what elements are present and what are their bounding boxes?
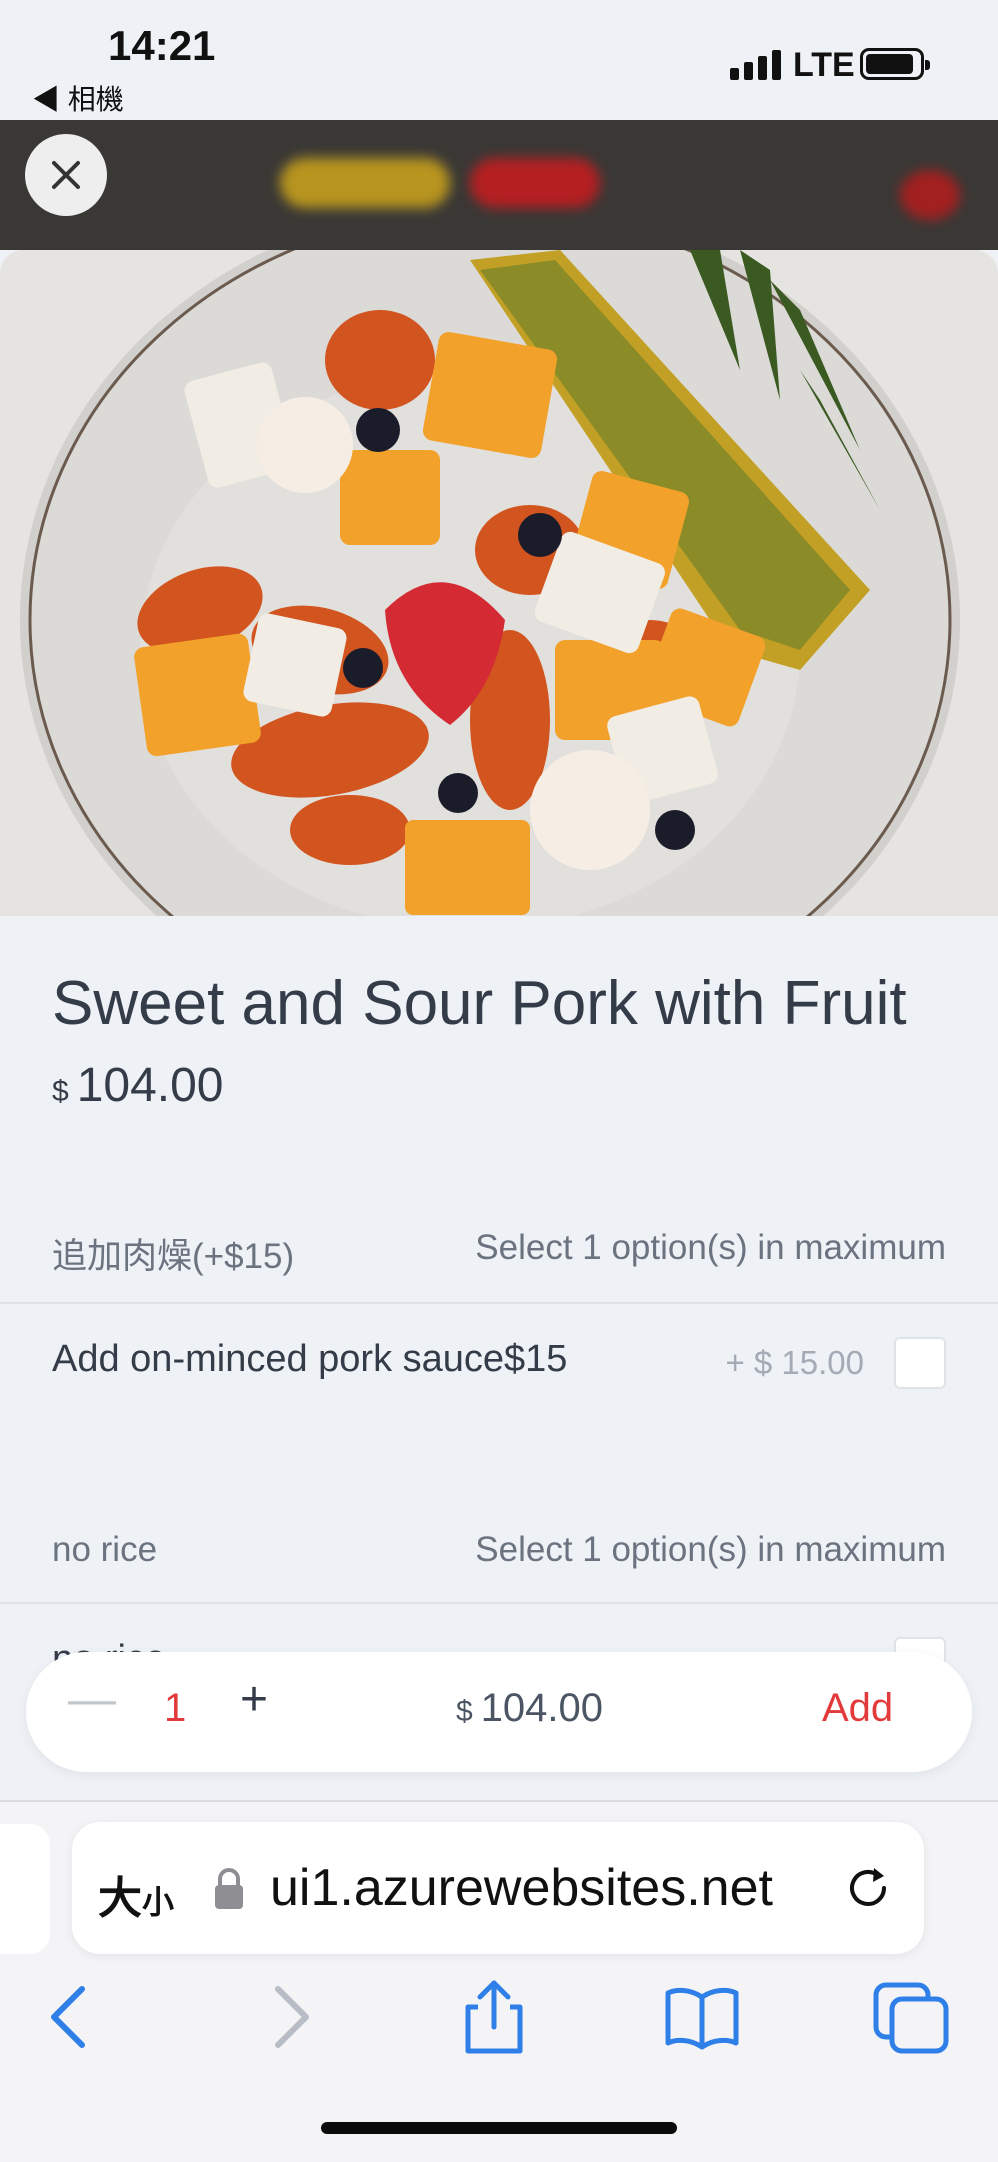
forward-arrow-icon[interactable]: [248, 1977, 328, 2057]
status-time: 14:21: [108, 22, 216, 69]
bookmarks-icon[interactable]: [662, 1977, 742, 2057]
option-label: Add on-minced pork sauce$15: [52, 1338, 568, 1380]
quantity-value: 1: [164, 1686, 187, 1730]
status-bar: 14:21 ◀ 相機 LTE: [0, 0, 998, 120]
cart-total: $104.00: [456, 1686, 603, 1731]
network-type: LTE: [793, 46, 855, 84]
item-name: Sweet and Sour Pork with Fruit: [52, 969, 907, 1038]
dish-photo: [0, 250, 998, 916]
tabs-icon[interactable]: [872, 1977, 952, 2057]
address-bar[interactable]: 大小 ui1.azurewebsites.net: [72, 1822, 924, 1954]
back-arrow-icon[interactable]: [32, 1977, 112, 2057]
add-to-cart-bar: — 1 + $104.00 Add: [26, 1652, 972, 1772]
battery-icon: [860, 48, 930, 80]
close-button[interactable]: [25, 134, 107, 216]
close-icon: [52, 161, 80, 189]
browser-toolbar: 大小 ui1.azurewebsites.net: [0, 1800, 998, 2162]
back-to-app-link[interactable]: ◀ 相機: [32, 78, 124, 118]
url-text[interactable]: ui1.azurewebsites.net: [270, 1858, 773, 1918]
share-icon[interactable]: [454, 1977, 534, 2057]
currency-symbol: $: [456, 1695, 473, 1728]
item-detail-sheet: Sweet and Sour Pork with Fruit $104.00 追…: [0, 250, 998, 1800]
background-page-blur: [0, 120, 998, 250]
item-price-value: 104.00: [76, 1059, 224, 1112]
previous-tab-card[interactable]: [0, 1824, 50, 1954]
decrease-quantity-button[interactable]: —: [68, 1672, 116, 1727]
option-group-rule: Select 1 option(s) in maximum: [475, 1530, 946, 1569]
option-price: + $ 15.00: [725, 1344, 864, 1381]
option-group-rule: Select 1 option(s) in maximum: [475, 1228, 946, 1267]
divider: [0, 1602, 998, 1604]
option-group-name: no rice: [52, 1530, 158, 1569]
currency-symbol: $: [52, 1075, 69, 1108]
divider: [0, 1302, 998, 1304]
option-group-name: 追加肉燥(+$15): [52, 1237, 295, 1276]
lock-icon: [215, 1868, 243, 1909]
text-size-button[interactable]: 大小: [98, 1862, 174, 1926]
cart-total-value: 104.00: [480, 1686, 604, 1730]
item-price: $104.00: [52, 1058, 224, 1113]
add-button[interactable]: Add: [822, 1686, 893, 1731]
signal-icon: [730, 50, 781, 80]
option-checkbox[interactable]: [894, 1337, 946, 1389]
reload-icon[interactable]: [840, 1860, 896, 1916]
increase-quantity-button[interactable]: +: [240, 1672, 268, 1727]
home-indicator: [321, 2122, 677, 2134]
